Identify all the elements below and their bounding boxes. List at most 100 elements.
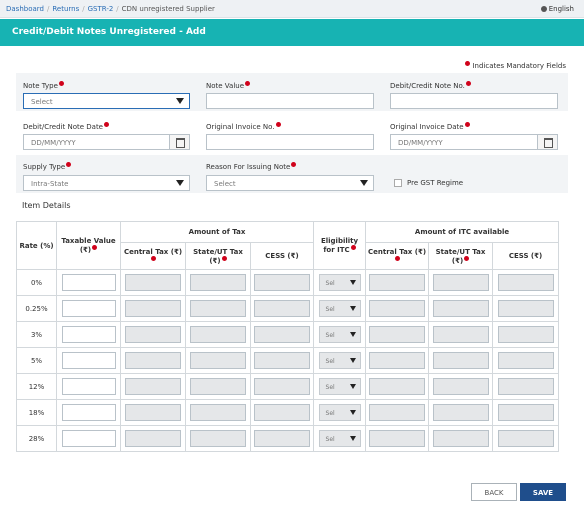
itc-state-tax-input [432,300,489,317]
col-cess: CESS (₹) [249,242,315,270]
page-header: Credit/Debit Notes Unregistered - Add [0,19,584,46]
itc-cess-input [497,326,554,343]
taxable-value-input[interactable] [61,404,116,421]
col-itc-central-tax: Central Tax (₹) [365,242,430,270]
reason-select[interactable]: Select [206,175,374,191]
required-dot-icon [395,255,401,261]
central-tax-input [125,430,181,447]
table-row: 3% Sel [16,321,560,348]
required-dot-icon [350,245,356,250]
taxable-value-input[interactable] [61,274,116,291]
cess-input [254,274,310,291]
chevron-down-icon [349,280,356,285]
mandatory-note: Indicates Mandatory Fields [464,61,566,70]
eligibility-select[interactable]: Sel [318,326,361,343]
eligibility-value: Sel [325,280,335,287]
cess-input [254,430,310,447]
required-dot-icon [465,81,471,86]
calendar-icon[interactable] [169,135,189,149]
itc-state-tax-input [432,378,489,395]
note-date-input[interactable]: DD/MM/YYYY [23,134,190,150]
cess-input [254,352,310,369]
central-tax-input [125,378,181,395]
eligibility-value: Sel [325,306,335,313]
central-tax-input [125,404,181,421]
state-tax-input [190,300,246,317]
eligibility-value: Sel [325,332,335,339]
breadcrumb-separator: / [46,5,50,13]
col-state-tax: State/UT Tax (₹) [185,242,251,270]
eligibility-select[interactable]: Sel [318,404,361,421]
rate-cell: 0.25% [16,295,57,322]
eligibility-select[interactable]: Sel [318,378,361,395]
breadcrumb-separator: / [116,5,119,13]
note-type-label: Note Type [23,81,64,90]
itc-cess-input [497,404,554,421]
orig-invoice-no-input[interactable] [206,134,374,150]
supply-type-select[interactable]: Intra-State [23,175,190,191]
note-value-label: Note Value [206,81,251,90]
itc-central-tax-input [369,326,426,343]
breadcrumb-separator: / [82,5,85,13]
required-dot-icon [245,81,251,86]
calendar-icon[interactable] [537,135,557,149]
taxable-value-input[interactable] [61,326,116,343]
orig-invoice-date-input[interactable]: DD/MM/YYYY [390,134,558,150]
eligibility-select[interactable]: Sel [318,352,361,369]
itc-cess-input [497,274,554,291]
eligibility-value: Sel [325,358,335,365]
eligibility-select[interactable]: Sel [318,430,361,447]
globe-icon [540,6,547,12]
chevron-down-icon [176,98,184,104]
chevron-down-icon [349,306,356,311]
state-tax-input [190,378,246,395]
breadcrumb-returns[interactable]: Returns [52,5,79,13]
chevron-down-icon [349,436,356,441]
taxable-value-input[interactable] [61,300,116,317]
col-central-tax: Central Tax (₹) [120,242,186,270]
eligibility-value: Sel [325,410,335,417]
language-label: English [548,5,574,13]
chevron-down-icon [360,180,368,186]
note-no-input[interactable] [390,93,558,109]
itc-state-tax-input [432,352,489,369]
note-value-input[interactable] [206,93,374,109]
itc-state-tax-input [432,326,489,343]
note-type-select[interactable]: Select [23,93,190,109]
save-button[interactable]: SAVE [520,483,566,501]
back-button[interactable]: BACK [471,483,517,501]
eligibility-value: Sel [325,436,335,443]
breadcrumb: Dashboard / Returns / GSTR-2/CDN unregistere… [6,5,215,13]
central-tax-input [125,352,181,369]
supply-type-label: Supply Type [23,162,72,171]
taxable-value-input[interactable] [61,352,116,369]
itc-central-tax-input [369,300,426,317]
language-selector[interactable]: English [540,5,574,13]
table-row: 5% Sel [16,347,560,374]
central-tax-input [125,274,181,291]
breadcrumb-dashboard[interactable]: Dashboard [6,5,44,13]
note-no-label: Debit/Credit Note No. [390,81,471,90]
taxable-value-input[interactable] [61,430,116,447]
eligibility-select[interactable]: Sel [318,300,361,317]
itc-central-tax-input [369,378,426,395]
taxable-value-input[interactable] [61,378,116,395]
page-title: Credit/Debit Notes Unregistered - Add [12,27,206,37]
top-bar: Dashboard / Returns / GSTR-2/CDN unregistere… [0,0,584,18]
cess-input [254,378,310,395]
required-dot-icon [66,162,72,167]
col-taxable-value: Taxable Value (₹) [56,221,121,270]
pre-gst-checkbox[interactable] [394,179,402,187]
itc-cess-input [497,378,554,395]
rate-cell: 28% [16,425,57,452]
cess-input [254,326,310,343]
supply-type-value: Intra-State [31,180,69,188]
chevron-down-icon [349,384,356,389]
breadcrumb-gstr2[interactable]: GSTR-2 [88,5,114,13]
mandatory-note-text: Indicates Mandatory Fields [472,62,566,70]
chevron-down-icon [349,332,356,337]
rate-cell: 0% [16,269,57,296]
eligibility-select[interactable]: Sel [318,274,361,291]
central-tax-input [125,300,181,317]
itc-cess-input [497,300,554,317]
